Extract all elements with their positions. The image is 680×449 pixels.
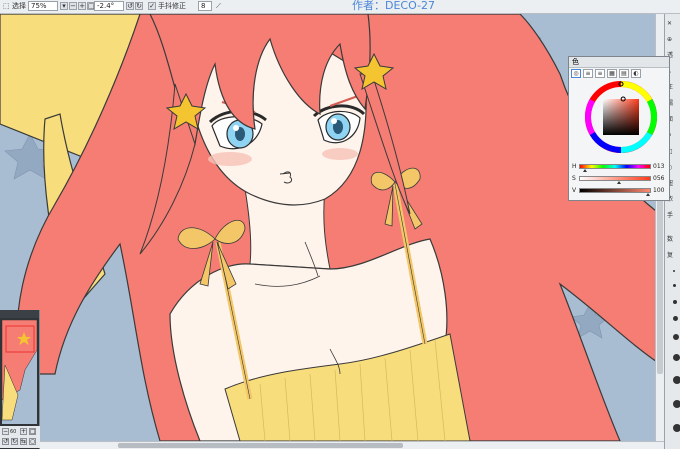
flip-icon[interactable]: ⇆ bbox=[20, 438, 27, 445]
color-wheel-tab-icon[interactable]: ◎ bbox=[571, 69, 581, 78]
color-panel-title: 色 bbox=[569, 57, 669, 68]
brush-size-dot[interactable] bbox=[673, 376, 680, 384]
hue-label: H bbox=[572, 163, 577, 170]
stabilizer-label: 手抖修正 bbox=[158, 2, 186, 10]
color-wheel[interactable] bbox=[585, 81, 657, 153]
fit-icon[interactable]: □ bbox=[29, 428, 36, 435]
brush-size-dot[interactable] bbox=[673, 354, 680, 361]
palette-tab-icon[interactable]: ▦ bbox=[607, 69, 617, 78]
saturation-label: S bbox=[572, 175, 576, 182]
rotate-right-button[interactable]: ↻ bbox=[135, 2, 143, 10]
zoom-input[interactable]: 75% bbox=[28, 1, 58, 11]
panel-item-hand[interactable]: 手 bbox=[667, 212, 679, 220]
brush-size-dot[interactable] bbox=[673, 270, 675, 272]
saturation-slider[interactable] bbox=[579, 176, 651, 184]
zoom-out-icon[interactable]: − bbox=[2, 428, 9, 435]
navigator-zoom-label: 60 bbox=[10, 429, 17, 435]
saturation-value[interactable]: 056 bbox=[653, 175, 664, 182]
color-panel: 色 ◎ ≡ ≡ ▦ ▤ ◐ H 013 S 056 V 100 bbox=[568, 56, 670, 201]
rotate-right-icon[interactable]: ↻ bbox=[11, 438, 18, 445]
history-tab-icon[interactable]: ◐ bbox=[631, 69, 641, 78]
stabilizer-checkbox[interactable]: ✓ bbox=[148, 2, 156, 10]
zoom-dropdown-button[interactable]: ▾ bbox=[60, 2, 68, 10]
hue-slider-thumb[interactable] bbox=[582, 169, 587, 172]
swatch-tab-icon[interactable]: ▤ bbox=[619, 69, 629, 78]
artwork bbox=[0, 14, 664, 441]
hsv-slider-tab-icon[interactable]: ≡ bbox=[595, 69, 605, 78]
hue-value[interactable]: 013 bbox=[653, 163, 664, 170]
value-label: V bbox=[572, 187, 577, 194]
rotation-input[interactable]: -2.4° bbox=[94, 1, 124, 11]
brush-size-dot[interactable] bbox=[673, 284, 676, 287]
rgb-slider-tab-icon[interactable]: ≡ bbox=[583, 69, 593, 78]
window-title: 作者：DECO-27 bbox=[352, 0, 436, 12]
navigator-panel: − 60 + □ ↺ ↻ ⇆ ○ bbox=[0, 310, 40, 449]
ruler-icon[interactable]: ⟋ bbox=[216, 2, 221, 11]
value-value[interactable]: 100 bbox=[653, 187, 664, 194]
navigator-preview[interactable] bbox=[0, 310, 39, 426]
value-slider-thumb[interactable] bbox=[646, 193, 650, 196]
brush-size-dot[interactable] bbox=[673, 334, 679, 340]
panel-item-duplicate[interactable]: 复 bbox=[667, 252, 679, 260]
hue-slider[interactable] bbox=[579, 164, 651, 172]
value-slider[interactable] bbox=[579, 188, 651, 196]
select-tool-icon[interactable]: ⬚ bbox=[3, 2, 10, 11]
horizontal-scroll-thumb[interactable] bbox=[118, 443, 403, 448]
top-toolbar: ⬚ 选择 75% ▾ − + □ -2.4° ↺ ↻ ✓ 手抖修正 8 ⟋ 作者… bbox=[0, 0, 680, 14]
brush-size-dot[interactable] bbox=[673, 300, 677, 304]
drawing-canvas[interactable] bbox=[0, 14, 664, 441]
zoom-in-button[interactable]: + bbox=[78, 2, 86, 10]
select-label: 选择 bbox=[12, 2, 26, 10]
rotate-left-icon[interactable]: ↺ bbox=[2, 438, 9, 445]
brush-size-dot[interactable] bbox=[673, 316, 678, 321]
move-tool-icon[interactable]: ⊕ bbox=[667, 36, 679, 44]
close-icon[interactable]: ✕ bbox=[667, 20, 679, 28]
reset-icon[interactable]: ○ bbox=[29, 438, 36, 445]
zoom-in-icon[interactable]: + bbox=[20, 428, 27, 435]
saturation-slider-thumb[interactable] bbox=[616, 181, 621, 184]
stabilizer-input[interactable]: 8 bbox=[198, 1, 212, 11]
zoom-out-button[interactable]: − bbox=[69, 2, 77, 10]
rotate-left-button[interactable]: ↺ bbox=[126, 2, 134, 10]
brush-size-dot[interactable] bbox=[673, 424, 680, 432]
brush-size-dot[interactable] bbox=[673, 400, 680, 408]
panel-item-number[interactable]: 数 bbox=[667, 236, 679, 244]
horizontal-scrollbar[interactable] bbox=[0, 441, 664, 449]
navigator-controls: − 60 + □ ↺ ↻ ⇆ ○ bbox=[0, 426, 40, 448]
